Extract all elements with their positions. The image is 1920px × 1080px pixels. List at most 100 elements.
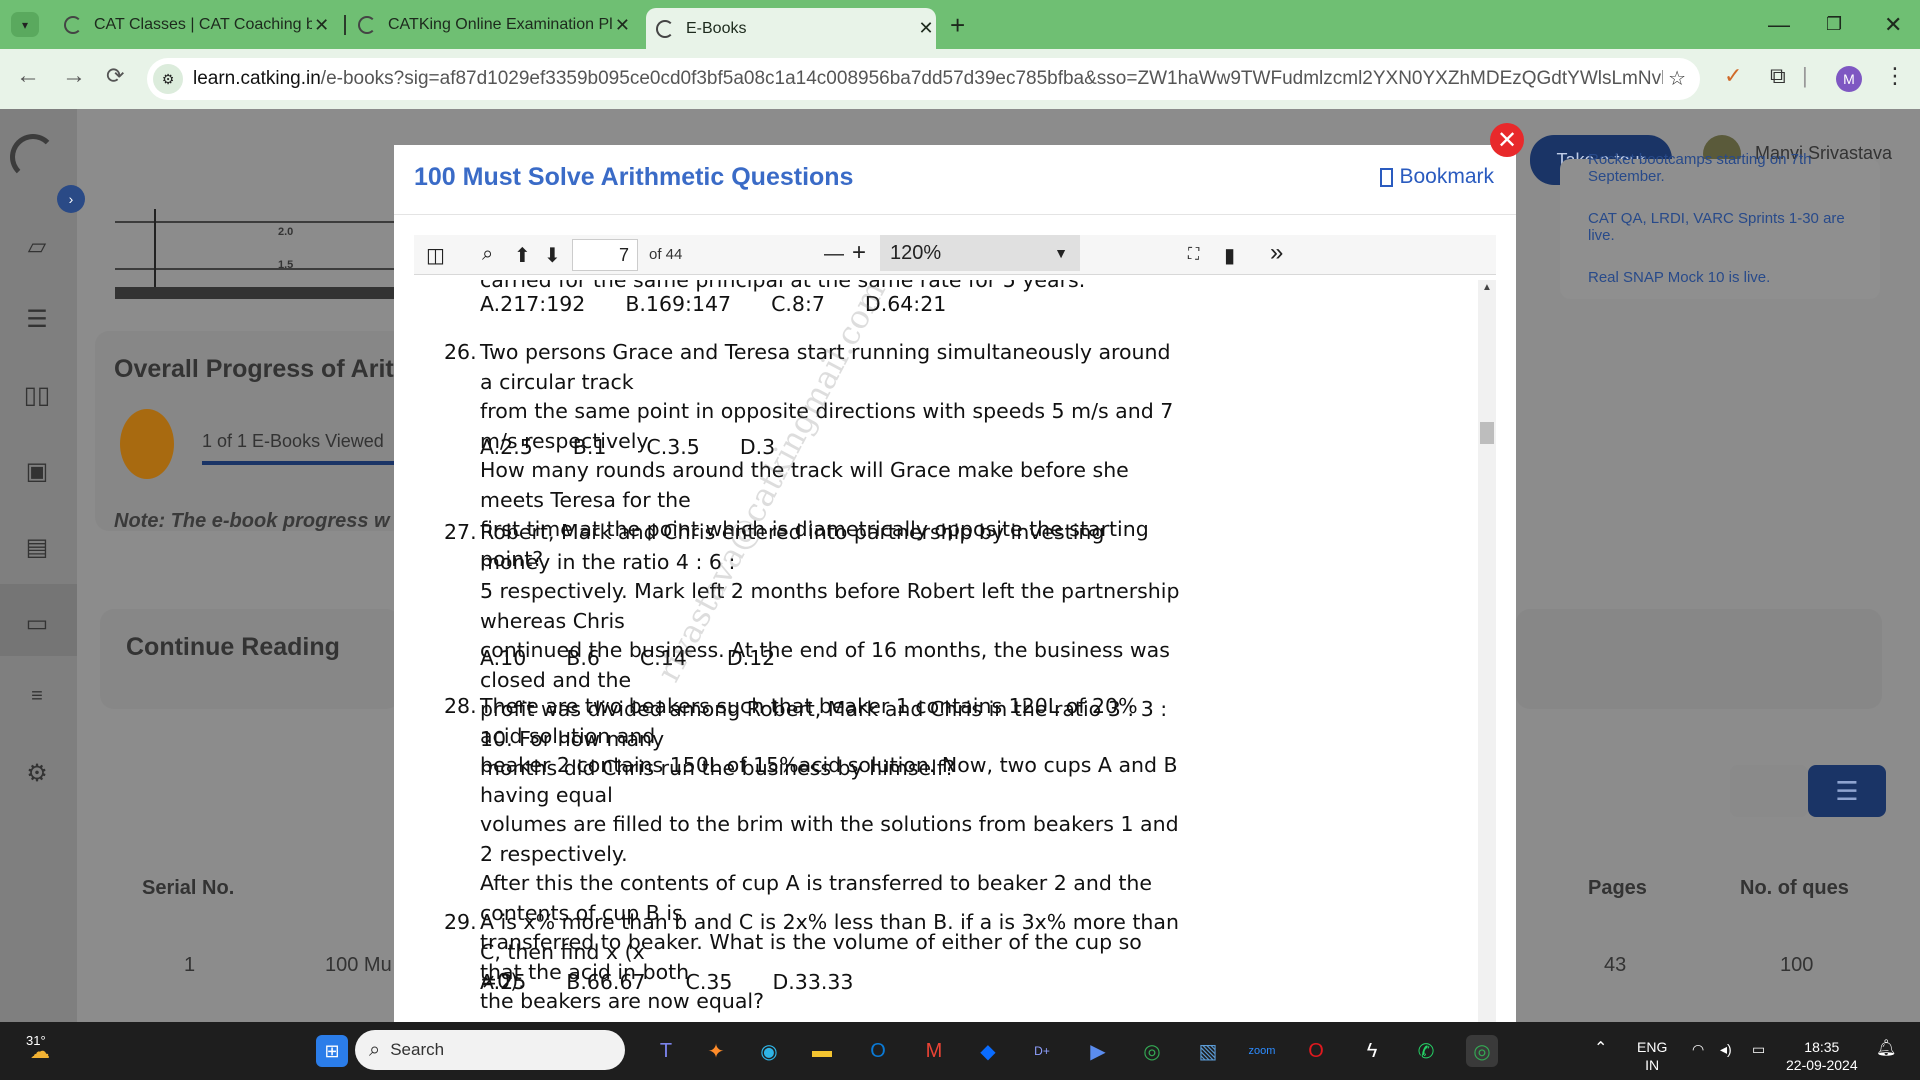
progress-chart-fragment — [115, 209, 395, 299]
next-page-icon[interactable]: ⬇ — [544, 243, 561, 268]
list-icon[interactable]: ☰ — [22, 305, 52, 333]
start-windows-icon[interactable]: ⊞ — [316, 1035, 348, 1067]
opera-icon[interactable]: O — [1300, 1035, 1332, 1067]
zoom-select[interactable]: 120% ▼ — [880, 235, 1080, 271]
disney-hotstar-icon[interactable]: D+ — [1026, 1035, 1058, 1067]
pdf-bookmark-icon[interactable]: ▮ — [1224, 243, 1235, 268]
close-window-button[interactable]: ✕ — [1884, 12, 1902, 38]
scrollbar-thumb[interactable] — [1480, 422, 1494, 444]
announcement-item[interactable]: Rocket bootcamps starting on 7th Septemb… — [1588, 151, 1848, 185]
catking-favicon-icon — [656, 19, 674, 38]
clock[interactable]: 18:35 22-09-2024 — [1786, 1038, 1858, 1074]
search-icon: ⌕ — [369, 1038, 381, 1061]
columns-icon[interactable]: ▯▯ — [22, 381, 52, 409]
site-info-icon[interactable]: ⚙ — [153, 64, 183, 94]
announcement-item[interactable]: Real SNAP Mock 10 is live. — [1588, 269, 1848, 286]
browser-tab-strip: ▾ CAT Classes | CAT Coaching by ✕ CATKin… — [0, 0, 1920, 49]
prime-video-icon[interactable]: ▶ — [1082, 1035, 1114, 1067]
catking-logo — [10, 134, 56, 180]
continue-reading-title: Continue Reading — [126, 633, 340, 661]
zoom-out-icon[interactable]: — — [824, 243, 844, 266]
browser-tab-2[interactable]: CATKing Online Examination Pl ✕ — [352, 8, 632, 42]
zoom-in-icon[interactable]: + — [852, 239, 866, 267]
monitor-icon[interactable]: ▤ — [22, 533, 52, 561]
outlook-icon[interactable]: O — [862, 1035, 894, 1067]
back-button[interactable]: ← — [16, 62, 40, 90]
sidebar-toggle-icon[interactable]: ◫ — [426, 243, 445, 268]
wifi-icon[interactable]: ◠ — [1692, 1040, 1704, 1058]
copilot-icon[interactable]: ✦ — [700, 1035, 732, 1067]
previous-page-icon[interactable]: ⬆ — [514, 243, 531, 268]
browser-tab-active[interactable]: E-Books ✕ — [646, 8, 936, 49]
ebooks-viewed-text: 1 of 1 E-Books Viewed — [202, 431, 384, 451]
toolbar-divider: | — [1802, 63, 1808, 88]
chevron-down-icon: ▾ — [21, 17, 29, 32]
teams-icon[interactable]: T — [650, 1035, 682, 1067]
bookmark-star-icon[interactable]: ☆ — [1668, 66, 1686, 91]
expand-sidebar-button[interactable]: › — [57, 185, 85, 213]
pdf-viewport[interactable]: carried for the same principal at the sa… — [414, 280, 1476, 1022]
chart-tick-label: 1.5 — [278, 259, 294, 271]
modal-title: 100 Must Solve Arithmetic Questions — [414, 163, 854, 191]
minimize-window-button[interactable]: — — [1768, 12, 1790, 38]
page-number-input[interactable]: 7 — [572, 239, 638, 271]
ebook-icon[interactable]: ▭ — [22, 609, 52, 637]
close-tab-icon[interactable]: ✕ — [613, 15, 632, 36]
book-icon[interactable]: ▱ — [22, 232, 52, 260]
table-cell-name[interactable]: 100 Mu — [325, 954, 392, 977]
mascot-image — [120, 409, 174, 479]
pdf-toolbar: ◫ ⌕ ⬆ ⬇ 7 of 44 — + 120% ▼ ⛶ ▮ » — [414, 235, 1496, 275]
list-view-button[interactable]: ☰ — [1808, 765, 1886, 817]
forward-button[interactable]: → — [62, 62, 86, 90]
continue-reading-card-right — [1516, 609, 1882, 709]
answer-options: A.10 B.6 C.14 D.12 — [480, 646, 776, 670]
tab-search-button[interactable]: ▾ — [11, 12, 39, 37]
address-bar[interactable]: ⚙ learn.catking.in/e-books?sig=af87d1029… — [147, 58, 1700, 100]
chrome-active-icon[interactable]: ◎ — [1466, 1035, 1498, 1067]
app-icon[interactable]: ▧ — [1192, 1035, 1224, 1067]
test-icon[interactable]: ▣ — [22, 457, 52, 485]
battery-icon[interactable]: ▭ — [1752, 1040, 1765, 1058]
close-tab-icon[interactable]: ✕ — [312, 15, 331, 36]
edge-icon[interactable]: ◉ — [753, 1035, 785, 1067]
lightning-icon[interactable]: ϟ — [1356, 1035, 1388, 1067]
catking-favicon-icon — [358, 16, 376, 34]
flag-icon[interactable]: ≡ — [22, 685, 52, 713]
restore-window-button[interactable]: ❐ — [1826, 14, 1842, 35]
scroll-up-icon[interactable]: ▲ — [1482, 282, 1492, 293]
taskbar-search[interactable]: ⌕ Search — [355, 1030, 625, 1070]
notification-bell-icon[interactable]: 🔔︎ — [1876, 1040, 1896, 1058]
browser-tab-1[interactable]: CAT Classes | CAT Coaching by ✕ — [56, 8, 331, 42]
whatsapp-icon[interactable]: ✆ — [1410, 1035, 1442, 1067]
extensions-puzzle-icon[interactable]: ⧉ — [1770, 63, 1786, 89]
progress-note: Note: The e-book progress w — [114, 510, 390, 532]
volume-icon[interactable]: ◂) — [1720, 1040, 1732, 1058]
file-explorer-icon[interactable]: ▬ — [806, 1035, 838, 1067]
profile-avatar[interactable]: M — [1836, 66, 1862, 92]
menu-kebab-icon[interactable]: ⋮ — [1884, 63, 1906, 89]
language-indicator[interactable]: ENG IN — [1637, 1038, 1667, 1074]
tab-title: E-Books — [686, 19, 747, 37]
bike-icon[interactable]: ⚙ — [22, 759, 52, 787]
tray-overflow-icon[interactable]: ⌃ — [1594, 1040, 1607, 1058]
chrome-icon[interactable]: ◎ — [1136, 1035, 1168, 1067]
tab-divider — [344, 15, 346, 35]
search-icon[interactable]: ⌕ — [482, 243, 493, 266]
zoom-icon[interactable]: zoom — [1246, 1035, 1278, 1067]
dropbox-icon[interactable]: ◆ — [972, 1035, 1004, 1067]
table-cell-serial: 1 — [184, 954, 196, 976]
more-tools-icon[interactable]: » — [1270, 239, 1283, 267]
chevron-down-icon: ▼ — [1054, 245, 1068, 261]
new-tab-button[interactable]: + — [950, 10, 965, 41]
announcement-item[interactable]: CAT QA, LRDI, VARC Sprints 1-30 are live… — [1588, 210, 1848, 244]
sidebar: ▱ ☰ ▯▯ ▣ ▤ ▭ ≡ ⚙ — [0, 109, 77, 1022]
bookmark-button[interactable]: Bookmark — [1380, 165, 1494, 189]
reload-button[interactable]: ⟳ — [106, 63, 124, 89]
gmail-icon[interactable]: M — [918, 1035, 950, 1067]
presentation-mode-icon[interactable]: ⛶ — [1188, 246, 1199, 264]
pdf-scrollbar[interactable]: ▲ — [1478, 280, 1496, 1022]
extension-icon[interactable]: ✓ — [1724, 63, 1742, 89]
close-modal-button[interactable]: ✕ — [1490, 123, 1524, 157]
grid-view-button[interactable] — [1730, 765, 1808, 817]
close-tab-icon[interactable]: ✕ — [916, 18, 936, 39]
